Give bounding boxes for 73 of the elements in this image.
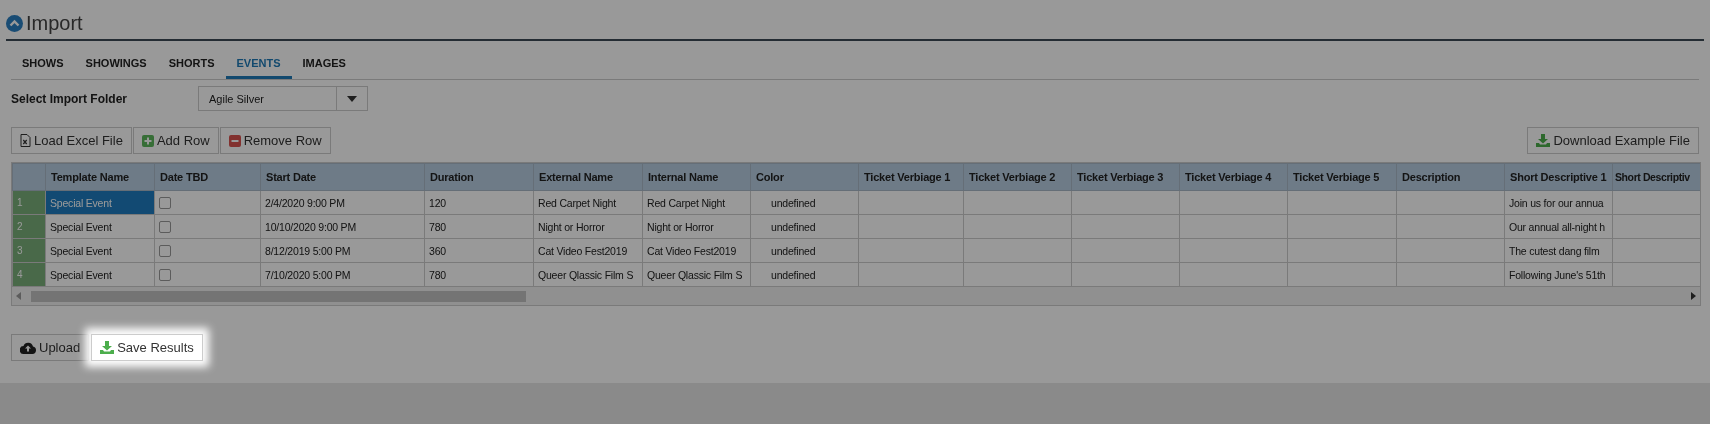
scroll-left-icon[interactable] <box>16 292 21 300</box>
column-header: External Name <box>533 163 643 191</box>
table-cell[interactable]: Special Event <box>45 262 155 287</box>
plus-icon <box>141 134 154 147</box>
toolbar-button[interactable]: Remove Row <box>219 127 331 154</box>
tab[interactable]: EVENTS <box>225 50 292 79</box>
column-header: Start Date <box>260 163 425 191</box>
table-cell: 780 <box>424 214 534 239</box>
scroll-right-icon[interactable] <box>1691 292 1696 300</box>
column-header: Color <box>750 163 859 191</box>
table-cell: undefined <box>750 190 859 215</box>
table-cell[interactable]: Special Event <box>45 190 155 215</box>
column-header: Description <box>1396 163 1505 191</box>
table-cell: Queer Qlassic Film S <box>533 262 643 287</box>
table-cell: Night or Horror <box>642 214 751 239</box>
table-cell: 8/12/2019 5:00 PM <box>260 238 425 263</box>
column-header: Ticket Verbiage 3 <box>1071 163 1180 191</box>
table-cell: undefined <box>750 238 859 263</box>
tab[interactable]: SHOWINGS <box>74 50 158 79</box>
scrollbar-thumb[interactable] <box>31 290 526 302</box>
toolbar-button[interactable]: Load Excel File <box>11 127 132 154</box>
toolbar-button[interactable]: Download Example File <box>1527 127 1699 154</box>
download-icon <box>100 341 115 354</box>
table-cell: Night or Horror <box>533 214 643 239</box>
tab[interactable]: SHOWS <box>11 50 75 79</box>
save-button[interactable]: Save Results <box>91 334 203 361</box>
column-header: Ticket Verbiage 1 <box>858 163 964 191</box>
table-cell: undefined <box>750 214 859 239</box>
caret-icon <box>347 95 357 102</box>
column-header: Internal Name <box>642 163 751 191</box>
column-header: Template Name <box>45 163 155 191</box>
page-title: Import <box>26 12 83 35</box>
column-header: Date TBD <box>154 163 261 191</box>
table-cell: The cutest dang film <box>1504 238 1613 263</box>
column-header: Short Descriptive 1 <box>1504 163 1613 191</box>
table-cell: Red Carpet Night <box>533 190 643 215</box>
table-cell[interactable]: Special Event <box>45 214 155 239</box>
table-cell: Red Carpet Night <box>642 190 751 215</box>
table-cell: Our annual all-night h <box>1504 214 1613 239</box>
column-header: Ticket Verbiage 5 <box>1287 163 1397 191</box>
upload-button[interactable]: Upload <box>11 334 90 361</box>
table-cell: 360 <box>424 238 534 263</box>
excel-file-icon <box>20 134 31 147</box>
download-icon <box>1536 134 1551 147</box>
column-header: Ticket Verbiage 4 <box>1179 163 1288 191</box>
table-cell: 120 <box>424 190 534 215</box>
cloud-upload-icon <box>20 341 36 354</box>
field-label: Select Import Folder <box>11 91 129 106</box>
column-header: Ticket Verbiage 2 <box>963 163 1072 191</box>
table-cell: Queer Qlassic Film S <box>642 262 751 287</box>
collapse-icon[interactable] <box>6 15 23 32</box>
table-cell: 10/10/2020 9:00 PM <box>260 214 425 239</box>
table-cell: 780 <box>424 262 534 287</box>
minus-icon <box>228 134 241 147</box>
checkbox[interactable] <box>159 197 171 210</box>
tab[interactable]: SHORTS <box>157 50 226 79</box>
table-cell[interactable]: Special Event <box>45 238 155 263</box>
table-cell: Cat Video Fest2019 <box>533 238 643 263</box>
table-cell: Join us for our annua <box>1504 190 1613 215</box>
folder-dropdown[interactable]: Agile Silver <box>198 86 368 111</box>
table-cell: 7/10/2020 5:00 PM <box>260 262 425 287</box>
column-header: Short Descriptiv <box>1612 163 1700 191</box>
table-cell: Cat Video Fest2019 <box>642 238 751 263</box>
tab[interactable]: IMAGES <box>291 50 357 79</box>
toolbar-button[interactable]: Add Row <box>132 127 219 154</box>
checkbox[interactable] <box>159 269 171 282</box>
table-cell: 2/4/2020 9:00 PM <box>260 190 425 215</box>
checkbox[interactable] <box>159 221 171 234</box>
row-header-corner <box>12 163 46 191</box>
table-cell: Following June's 51th <box>1504 262 1613 287</box>
checkbox[interactable] <box>159 245 171 258</box>
table-cell: undefined <box>750 262 859 287</box>
column-header: Duration <box>424 163 534 191</box>
